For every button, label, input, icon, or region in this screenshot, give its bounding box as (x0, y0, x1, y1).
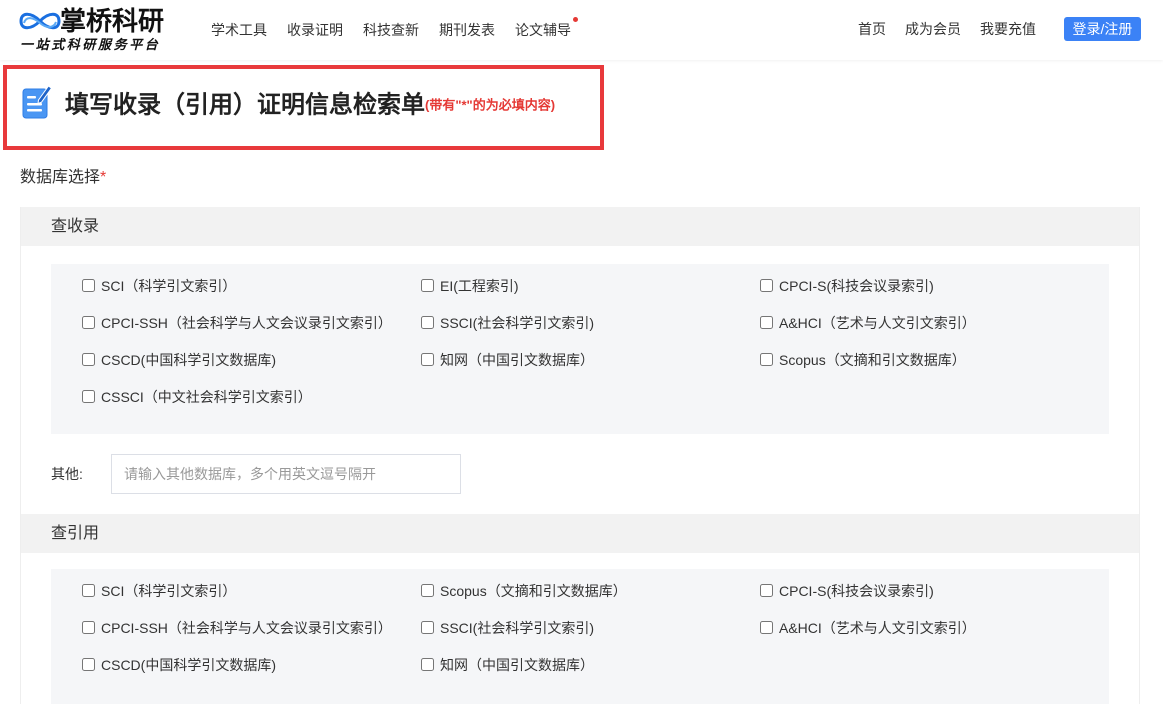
index-option-cpci-ssh[interactable]: CPCI-SSH（社会科学与人文会议录引文索引） (82, 304, 421, 341)
option-label: CSCD(中国科学引文数据库) (101, 656, 276, 673)
edit-document-icon (22, 85, 52, 119)
cscd-checkbox[interactable] (82, 353, 95, 366)
option-label: 知网（中国引文数据库） (440, 656, 594, 673)
index-option-cpci-s[interactable]: CPCI-S(科技会议录索引) (760, 267, 1099, 304)
option-label: EI(工程索引) (440, 277, 519, 294)
indexing-options-grid: SCI（科学引文索引） EI(工程索引) CPCI-S(科技会议录索引) CPC… (82, 267, 1109, 415)
cpci-ssh-checkbox[interactable] (82, 621, 95, 634)
logo-slogan: 一站式科研服务平台 (20, 38, 161, 53)
home-link[interactable]: 首页 (858, 17, 886, 41)
option-label: CSSCI（中文社会科学引文索引） (101, 388, 312, 405)
citation-section: 查引用 SCI（科学引文索引） Scopus（文摘和引文数据库） CPCI-S(… (21, 514, 1139, 704)
ei-checkbox[interactable] (421, 279, 434, 292)
index-option-ssci[interactable]: SSCI(社会科学引文索引) (421, 304, 760, 341)
indexing-section-title: 查收录 (21, 207, 1139, 246)
citation-options-box: SCI（科学引文索引） Scopus（文摘和引文数据库） CPCI-S(科技会议… (51, 569, 1109, 704)
sci-checkbox[interactable] (82, 279, 95, 292)
other-database-input[interactable] (111, 454, 461, 494)
index-option-scopus[interactable]: Scopus（文摘和引文数据库） (760, 341, 1099, 378)
cssci-checkbox[interactable] (82, 390, 95, 403)
option-label: CPCI-S(科技会议录索引) (779, 582, 934, 599)
site-header: 掌桥科研 一站式科研服务平台 学术工具 收录证明 科技查新 期刊发表 论文辅导 … (0, 0, 1163, 60)
database-label-text: 数据库选择 (20, 169, 101, 186)
form-title: 填写收录（引用）证明信息检索单(带有"*"的为必填内容) (65, 87, 555, 121)
nav-academic-tools[interactable]: 学术工具 (211, 20, 267, 40)
nav-thesis-tutoring-label: 论文辅导 (515, 22, 571, 38)
citation-option-scopus[interactable]: Scopus（文摘和引文数据库） (421, 572, 760, 609)
infinity-wave-logo-icon (19, 12, 61, 30)
login-register-button[interactable]: 登录/注册 (1064, 17, 1141, 41)
option-label: CPCI-SSH（社会科学与人文会议录引文索引） (101, 619, 392, 636)
citation-option-sci[interactable]: SCI（科学引文索引） (82, 572, 421, 609)
cpci-s-checkbox[interactable] (760, 279, 773, 292)
cnki-checkbox[interactable] (421, 658, 434, 671)
cpci-s-checkbox[interactable] (760, 584, 773, 597)
sci-checkbox[interactable] (82, 584, 95, 597)
option-label: Scopus（文摘和引文数据库） (440, 582, 627, 599)
ssci-checkbox[interactable] (421, 316, 434, 329)
option-label: CPCI-S(科技会议录索引) (779, 277, 934, 294)
ahci-checkbox[interactable] (760, 316, 773, 329)
scopus-checkbox[interactable] (760, 353, 773, 366)
cpci-ssh-checkbox[interactable] (82, 316, 95, 329)
main-nav: 学术工具 收录证明 科技查新 期刊发表 论文辅导 (211, 17, 578, 40)
citation-section-title: 查引用 (21, 514, 1139, 553)
form-title-box: 填写收录（引用）证明信息检索单(带有"*"的为必填内容) (3, 65, 604, 150)
citation-option-ssci[interactable]: SSCI(社会科学引文索引) (421, 609, 760, 646)
option-label: SSCI(社会科学引文索引) (440, 314, 594, 331)
citation-option-cscd[interactable]: CSCD(中国科学引文数据库) (82, 646, 421, 683)
logo-name: 掌桥科研 (60, 6, 165, 36)
citation-option-ahci[interactable]: A&HCI（艺术与人文引文索引） (760, 609, 1099, 646)
become-member-link[interactable]: 成为会员 (905, 17, 961, 41)
nav-indexing-certificate[interactable]: 收录证明 (287, 20, 343, 40)
ahci-checkbox[interactable] (760, 621, 773, 634)
option-label: Scopus（文摘和引文数据库） (779, 351, 966, 368)
nav-novelty-search[interactable]: 科技查新 (363, 20, 419, 40)
recharge-link[interactable]: 我要充值 (980, 17, 1036, 41)
index-option-ei[interactable]: EI(工程索引) (421, 267, 760, 304)
index-option-sci[interactable]: SCI（科学引文索引） (82, 267, 421, 304)
index-option-cscd[interactable]: CSCD(中国科学引文数据库) (82, 341, 421, 378)
option-label: CSCD(中国科学引文数据库) (101, 351, 276, 368)
other-database-label: 其他: (51, 466, 83, 482)
indexing-section: 查收录 SCI（科学引文索引） EI(工程索引) CPCI-S(科技会议录索引) (21, 207, 1139, 494)
citation-options-grid: SCI（科学引文索引） Scopus（文摘和引文数据库） CPCI-S(科技会议… (82, 572, 1109, 683)
option-label: SSCI(社会科学引文索引) (440, 619, 594, 636)
ssci-checkbox[interactable] (421, 621, 434, 634)
form-title-text: 填写收录（引用）证明信息检索单 (65, 91, 425, 119)
database-panel: 查收录 SCI（科学引文索引） EI(工程索引) CPCI-S(科技会议录索引) (20, 207, 1140, 704)
required-mark: * (100, 169, 107, 186)
cnki-checkbox[interactable] (421, 353, 434, 366)
citation-option-cpci-s[interactable]: CPCI-S(科技会议录索引) (760, 572, 1099, 609)
option-label: A&HCI（艺术与人文引文索引） (779, 314, 976, 331)
index-option-cssci[interactable]: CSSCI（中文社会科学引文索引） (82, 378, 421, 415)
option-label: SCI（科学引文索引） (101, 582, 237, 599)
red-dot-badge (573, 17, 578, 22)
user-nav: 首页 成为会员 我要充值 登录/注册 (858, 17, 1141, 41)
option-label: A&HCI（艺术与人文引文索引） (779, 619, 976, 636)
indexing-options-box: SCI（科学引文索引） EI(工程索引) CPCI-S(科技会议录索引) CPC… (51, 264, 1109, 434)
site-logo[interactable]: 掌桥科研 一站式科研服务平台 (18, 4, 178, 56)
option-label: 知网（中国引文数据库） (440, 351, 594, 368)
cscd-checkbox[interactable] (82, 658, 95, 671)
nav-thesis-tutoring[interactable]: 论文辅导 (515, 17, 578, 40)
other-database-row: 其他: (51, 454, 1139, 494)
required-fields-note: (带有"*"的为必填内容) (425, 97, 556, 113)
index-option-ahci[interactable]: A&HCI（艺术与人文引文索引） (760, 304, 1099, 341)
scopus-checkbox[interactable] (421, 584, 434, 597)
nav-journal-publishing[interactable]: 期刊发表 (439, 20, 495, 40)
option-label: CPCI-SSH（社会科学与人文会议录引文索引） (101, 314, 392, 331)
database-select-label: 数据库选择* (20, 167, 106, 189)
option-label: SCI（科学引文索引） (101, 277, 237, 294)
index-option-cnki[interactable]: 知网（中国引文数据库） (421, 341, 760, 378)
citation-option-cpci-ssh[interactable]: CPCI-SSH（社会科学与人文会议录引文索引） (82, 609, 421, 646)
citation-option-cnki[interactable]: 知网（中国引文数据库） (421, 646, 760, 683)
